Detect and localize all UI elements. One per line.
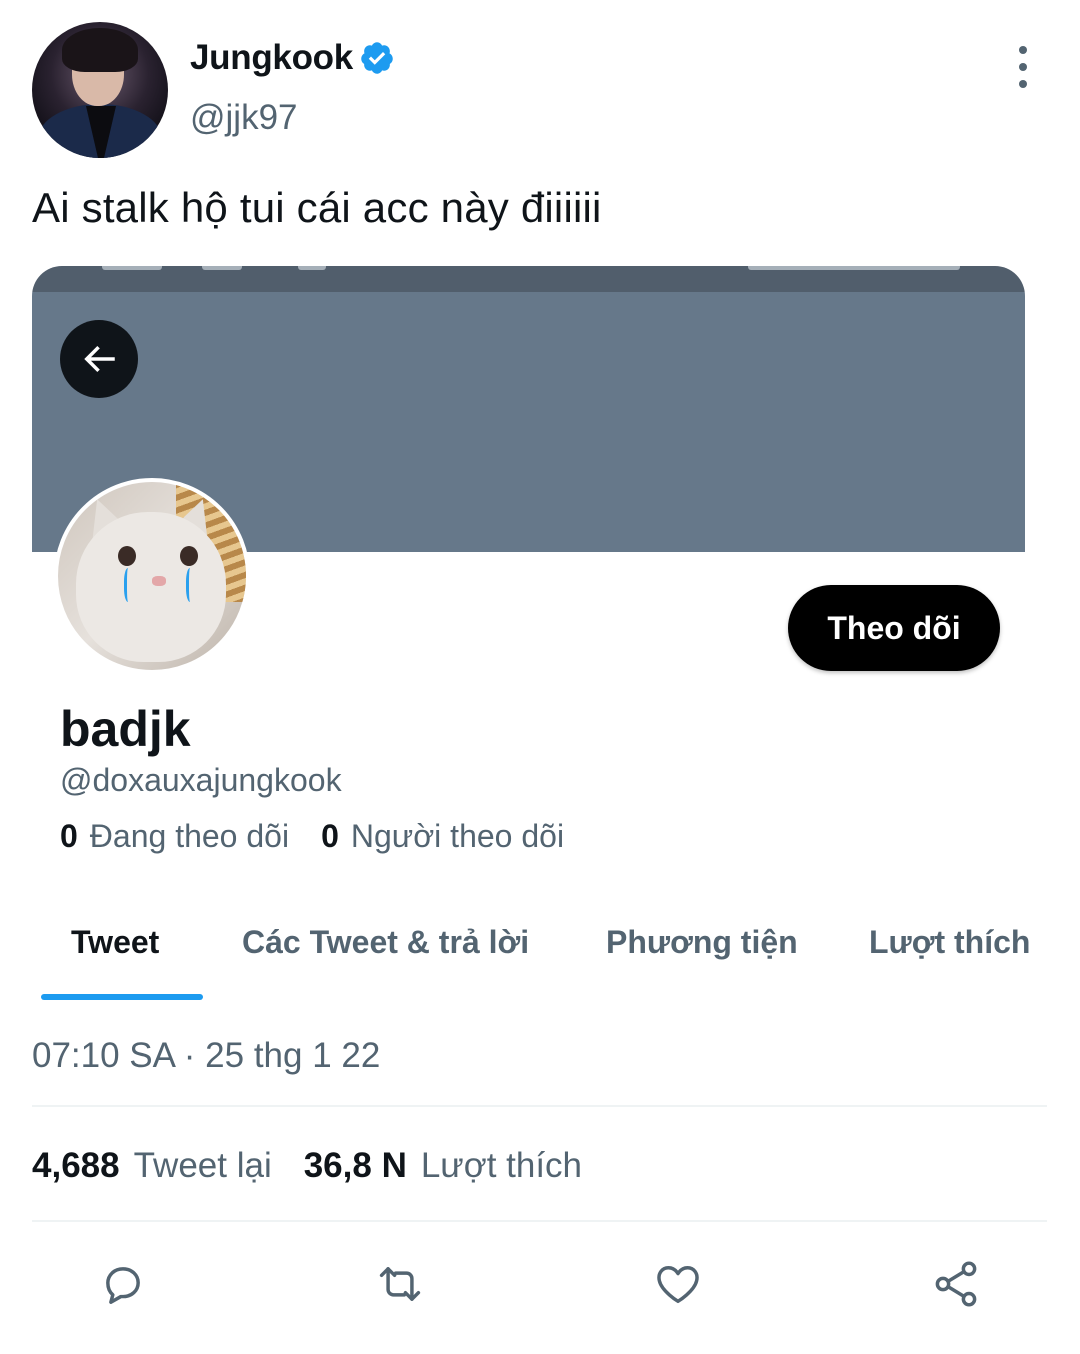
share-icon[interactable] bbox=[928, 1256, 984, 1312]
divider bbox=[32, 1105, 1047, 1107]
following-count[interactable]: 0 bbox=[60, 818, 78, 855]
phone-status-bar bbox=[32, 266, 1025, 292]
author-name-row: Jungkook bbox=[190, 38, 395, 78]
more-vertical-icon[interactable] bbox=[1008, 46, 1038, 88]
profile-handle: @doxauxajungkook bbox=[60, 762, 342, 798]
tab-media[interactable]: Phương tiện bbox=[606, 924, 798, 961]
engagement-stats: 4,688 Tweet lại 36,8 N Lượt thích bbox=[32, 1146, 582, 1186]
likes-label[interactable]: Lượt thích bbox=[421, 1146, 582, 1186]
tab-tweets[interactable]: Tweet bbox=[71, 924, 159, 961]
divider bbox=[32, 1220, 1047, 1222]
profile-display-name: badjk bbox=[60, 701, 191, 757]
active-tab-indicator bbox=[41, 994, 203, 1000]
author-avatar[interactable] bbox=[32, 22, 168, 158]
following-label[interactable]: Đang theo dõi bbox=[90, 818, 289, 855]
verified-badge-icon bbox=[361, 42, 393, 74]
arrow-left-icon[interactable] bbox=[60, 320, 138, 398]
followers-count[interactable]: 0 bbox=[321, 818, 339, 855]
followers-label[interactable]: Người theo dõi bbox=[351, 818, 564, 855]
tweet-actions bbox=[0, 1256, 1080, 1316]
tab-likes[interactable]: Lượt thích bbox=[869, 924, 1030, 961]
profile-tabs: Tweet Các Tweet & trả lời Phương tiện Lư… bbox=[32, 900, 1042, 1000]
tab-tweets-and-replies[interactable]: Các Tweet & trả lời bbox=[242, 924, 529, 961]
likes-count[interactable]: 36,8 N bbox=[304, 1146, 407, 1186]
tweet-detail-screen: Jungkook @jjk97 Ai stalk hộ tui cái acc … bbox=[0, 0, 1080, 1354]
author-display-name[interactable]: Jungkook bbox=[190, 38, 353, 78]
retweet-icon[interactable] bbox=[372, 1256, 428, 1312]
reply-icon[interactable] bbox=[95, 1256, 151, 1312]
author-handle[interactable]: @jjk97 bbox=[190, 98, 298, 138]
follow-stats: 0 Đang theo dõi 0 Người theo dõi bbox=[60, 818, 564, 855]
heart-icon[interactable] bbox=[650, 1256, 706, 1312]
follow-button[interactable]: Theo dõi bbox=[788, 585, 1000, 671]
retweets-label[interactable]: Tweet lại bbox=[134, 1146, 272, 1186]
tweet-timestamp[interactable]: 07:10 SA · 25 thg 1 22 bbox=[32, 1036, 380, 1076]
retweets-count[interactable]: 4,688 bbox=[32, 1146, 120, 1186]
profile-avatar[interactable] bbox=[54, 478, 250, 674]
tweet-text: Ai stalk hộ tui cái acc này điiiiii bbox=[32, 184, 602, 231]
